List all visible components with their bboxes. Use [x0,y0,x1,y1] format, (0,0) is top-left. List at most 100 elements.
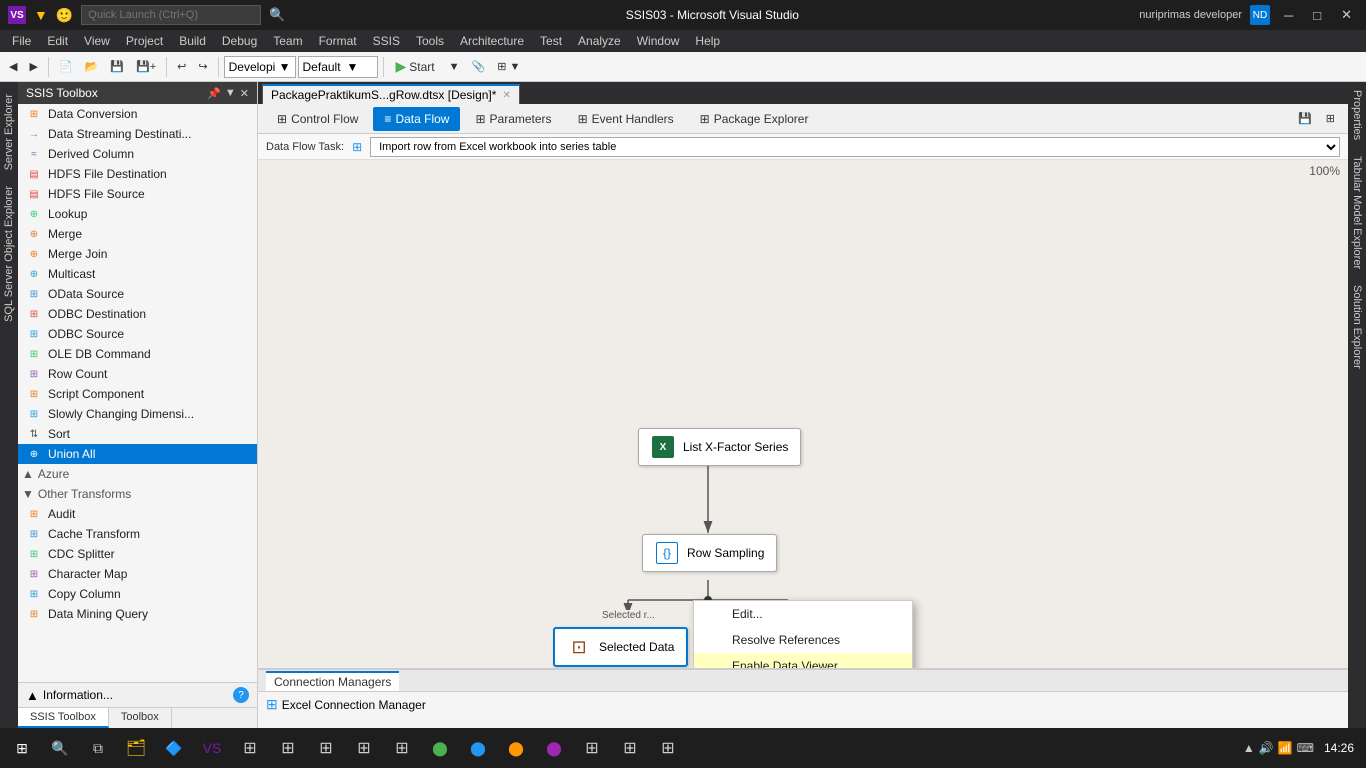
sys-keyboard-icon[interactable]: ⌨ [1297,741,1314,755]
toolbox-item-scd[interactable]: ⊞ Slowly Changing Dimensi... [18,404,257,424]
undo-button[interactable]: ↩ [172,56,191,78]
start-dropdown-button[interactable]: ▼ [444,56,465,78]
menu-help[interactable]: Help [687,32,728,50]
menu-view[interactable]: View [76,32,118,50]
toolbox-item-audit[interactable]: ⊞ Audit [18,504,257,524]
menu-test[interactable]: Test [532,32,570,50]
toolbox-item-merge-join[interactable]: ⊕ Merge Join [18,244,257,264]
connection-managers-tab[interactable]: Connection Managers [266,671,399,691]
event-handlers-tab[interactable]: ⊞ Event Handlers [567,107,685,131]
sys-tray-icon-1[interactable]: ▲ [1243,741,1255,755]
toolbox-item-character-map[interactable]: ⊞ Character Map [18,564,257,584]
toolbox-close-button[interactable]: ✕ [240,87,249,100]
info-collapse-button[interactable]: ▲ [26,688,39,703]
toolbox-item-data-streaming[interactable]: → Data Streaming Destinati... [18,124,257,144]
save-icon-button[interactable]: 💾 [1293,108,1317,130]
start-menu-button[interactable]: ⊞ [4,730,40,766]
menu-project[interactable]: Project [118,32,171,50]
save-all-button[interactable]: 💾+ [131,56,161,78]
doc-tab-package[interactable]: PackagePraktikumS...gRow.dtsx [Design]* … [262,84,520,104]
canvas-area[interactable]: 100% [258,160,1348,668]
toolbox-item-row-count[interactable]: ⊞ Row Count [18,364,257,384]
toolbox-item-union-all[interactable]: ⊕ Union All [18,444,257,464]
control-flow-tab[interactable]: ⊞ Control Flow [266,107,369,131]
toolbox-menu-button[interactable]: ▼ [225,87,236,100]
doc-tab-close-button[interactable]: ✕ [502,90,510,101]
excel-connection-manager-item[interactable]: ⊞ Excel Connection Manager [266,696,426,713]
toolbox-item-hdfs-source[interactable]: ▤ HDFS File Source [18,184,257,204]
toolbox-item-script-component[interactable]: ⊞ Script Component [18,384,257,404]
taskbar-app10[interactable]: ⊞ [574,730,610,766]
new-file-button[interactable]: 📄 [54,56,78,78]
taskbar-app8[interactable]: ⬤ [498,730,534,766]
properties-vtab[interactable]: Properties [1349,82,1365,148]
package-explorer-tab[interactable]: ⊞ Package Explorer [689,107,820,131]
toolbox-item-data-conversion[interactable]: ⊞ Data Conversion [18,104,257,124]
toolbox-section-azure[interactable]: ▲ Azure [18,464,257,484]
menu-file[interactable]: File [4,32,39,50]
sql-server-vtab[interactable]: SQL Server Object Explorer [1,178,17,330]
redo-button[interactable]: ↪ [193,56,212,78]
toolbox-item-merge[interactable]: ⊕ Merge [18,224,257,244]
close-button[interactable]: ✕ [1335,7,1358,23]
menu-build[interactable]: Build [171,32,214,50]
menu-architecture[interactable]: Architecture [452,32,532,50]
menu-ssis[interactable]: SSIS [365,32,408,50]
toolbox-item-odbc-source[interactable]: ⊞ ODBC Source [18,324,257,344]
save-button[interactable]: 💾 [105,56,129,78]
platform-dropdown[interactable]: Default ▼ [298,56,378,78]
taskbar-app2[interactable]: ⊞ [270,730,306,766]
toolbox-item-copy-column[interactable]: ⊞ Copy Column [18,584,257,604]
taskbar-app7[interactable]: ⬤ [460,730,496,766]
toolbox-item-odbc-dest[interactable]: ⊞ ODBC Destination [18,304,257,324]
toolbox-item-hdfs-dest[interactable]: ▤ HDFS File Destination [18,164,257,184]
extra-button[interactable]: ⊞ ▼ [492,56,525,78]
quick-launch-input[interactable] [81,5,261,25]
toolbox-item-cache-transform[interactable]: ⊞ Cache Transform [18,524,257,544]
taskbar-search-button[interactable]: 🔍 [42,730,78,766]
back-button[interactable]: ◀ [4,56,22,78]
toolbox-section-other-transforms[interactable]: ▼ Other Transforms [18,484,257,504]
taskbar-app9[interactable]: ⬤ [536,730,572,766]
toolbox-item-multicast[interactable]: ⊕ Multicast [18,264,257,284]
tabular-model-vtab[interactable]: Tabular Model Explorer [1349,148,1365,277]
selected-data-node[interactable]: ⊡ Selected Data [553,627,688,667]
ctx-enable-data-viewer[interactable]: Enable Data Viewer [694,653,912,668]
dft-select[interactable]: Import row from Excel workbook into seri… [370,137,1340,157]
ctx-edit[interactable]: Edit... [694,601,912,627]
forward-button[interactable]: ▶ [24,56,42,78]
taskbar-app3[interactable]: ⊞ [308,730,344,766]
taskbar-task-view[interactable]: ⧉ [80,730,116,766]
menu-team[interactable]: Team [265,32,310,50]
taskbar-app5[interactable]: ⊞ [384,730,420,766]
parameters-tab[interactable]: ⊞ Parameters [464,107,562,131]
row-sampling-node[interactable]: {} Row Sampling [642,534,777,572]
menu-tools[interactable]: Tools [408,32,452,50]
menu-window[interactable]: Window [629,32,688,50]
open-button[interactable]: 📂 [80,56,104,78]
taskbar-app1[interactable]: ⊞ [232,730,268,766]
start-button[interactable]: ▶ Start [389,56,442,78]
toolbox-tab-ssis[interactable]: SSIS Toolbox [18,708,109,728]
toolbox-item-lookup[interactable]: ⊕ Lookup [18,204,257,224]
taskbar-app11[interactable]: ⊞ [612,730,648,766]
server-explorer-vtab[interactable]: Server Explorer [1,86,17,178]
grid-icon-button[interactable]: ⊞ [1321,108,1340,130]
minimize-button[interactable]: ─ [1278,8,1299,23]
taskbar-edge-btn[interactable]: 🔷 [156,730,192,766]
attach-button[interactable]: 📎 [467,56,491,78]
restore-button[interactable]: □ [1307,8,1327,23]
taskbar-file-explorer[interactable]: 🗂 [118,730,154,766]
toolbox-item-data-mining[interactable]: ⊞ Data Mining Query [18,604,257,624]
excel-source-node[interactable]: X List X-Factor Series [638,428,801,466]
toolbox-item-oledb-cmd[interactable]: ⊞ OLE DB Command [18,344,257,364]
menu-debug[interactable]: Debug [214,32,265,50]
menu-edit[interactable]: Edit [39,32,76,50]
taskbar-app6[interactable]: ⬤ [422,730,458,766]
toolbox-item-cdc-splitter[interactable]: ⊞ CDC Splitter [18,544,257,564]
funnel-icon[interactable]: ▼ [34,7,48,23]
sys-volume-icon[interactable]: 🔊 [1259,741,1274,755]
data-flow-tab[interactable]: ≡ Data Flow [373,107,460,131]
menu-analyze[interactable]: Analyze [570,32,629,50]
toolbox-item-sort[interactable]: ⇅ Sort [18,424,257,444]
